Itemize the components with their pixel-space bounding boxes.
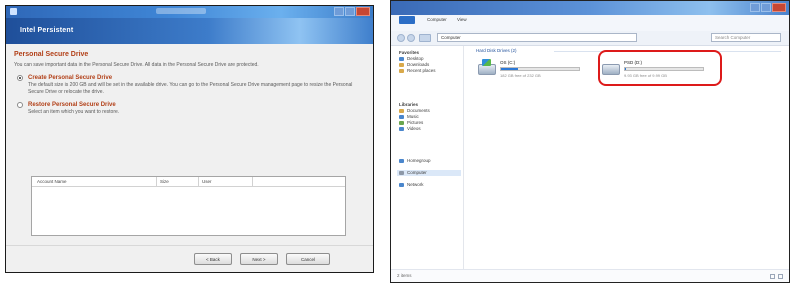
desktop-icon — [399, 57, 404, 61]
explorer-titlebar[interactable] — [391, 1, 789, 15]
col-user[interactable]: User — [202, 179, 212, 184]
wizard-titlebar[interactable] — [6, 6, 373, 18]
option-restore-text: Select an item which you want to restore… — [28, 109, 120, 116]
nav-homegroup[interactable]: Homegroup — [399, 158, 431, 164]
recent-icon — [399, 69, 404, 73]
explorer-window: Computer View Computer Search Computer F… — [390, 0, 790, 283]
navigation-pane: Favorites Desktop Downloads Recent place… — [391, 46, 464, 270]
drive-c-usage-fill — [501, 68, 519, 70]
computer-icon — [399, 171, 404, 175]
highlight-annotation — [598, 50, 722, 86]
documents-icon — [399, 109, 404, 113]
wizard-window: Intel Persistent Personal Secure Drive Y… — [5, 5, 374, 273]
nav-recent[interactable]: Recent places — [399, 68, 436, 74]
explorer-maximize-button[interactable] — [761, 3, 771, 12]
tiles-view-icon[interactable] — [778, 274, 783, 279]
nav-favorites-label: Favorites — [399, 50, 420, 55]
create-radio[interactable] — [17, 75, 23, 82]
intro-text: You can save important data in the Perso… — [14, 62, 259, 68]
address-bar[interactable]: Computer — [437, 33, 637, 42]
network-icon — [399, 183, 404, 187]
option-restore-title: Restore Personal Secure Drive — [28, 102, 116, 109]
nav-downloads-label: Downloads — [407, 62, 430, 67]
cancel-button[interactable]: Cancel — [286, 253, 330, 265]
wizard-header-title: Intel Persistent — [20, 27, 74, 34]
drive-c-name: OS (C:) — [500, 60, 516, 65]
address-bar-row: Computer Search Computer — [391, 31, 789, 46]
nav-videos-label: Videos — [407, 126, 421, 131]
nav-recent-label: Recent places — [407, 68, 436, 73]
pictures-icon — [399, 121, 404, 125]
drive-item-c[interactable]: OS (C:) 182 GB free of 232 GB — [476, 58, 586, 82]
col-size[interactable]: Size — [160, 179, 169, 184]
nav-computer[interactable]: Computer — [399, 170, 459, 176]
back-button[interactable]: < Back — [194, 253, 232, 265]
status-bar: 2 items — [391, 269, 789, 282]
system-drive-icon — [478, 59, 496, 75]
nav-network-label: Network — [407, 182, 424, 187]
downloads-icon — [399, 63, 404, 67]
tab-computer[interactable]: Computer — [427, 17, 447, 22]
col-account-name[interactable]: Account Name — [37, 179, 67, 184]
close-button[interactable] — [356, 7, 370, 16]
option-create[interactable]: Create Personal Secure Drive The default… — [14, 74, 365, 95]
status-item-count: 2 items — [397, 273, 412, 278]
nav-network[interactable]: Network — [399, 182, 424, 188]
explorer-close-button[interactable] — [772, 3, 786, 12]
nav-pictures-label: Pictures — [407, 120, 424, 125]
details-view-icon[interactable] — [770, 274, 775, 279]
option-restore[interactable]: Restore Personal Secure Drive Select an … — [14, 101, 365, 115]
restore-list[interactable]: Account Name Size User — [31, 176, 346, 236]
list-header: Account Name Size User — [32, 177, 345, 187]
wizard-footer: < Back Next > Cancel — [6, 245, 373, 272]
back-arrow-icon[interactable] — [397, 34, 405, 42]
maximize-button[interactable] — [345, 7, 355, 16]
tab-view[interactable]: View — [457, 17, 467, 22]
nav-videos[interactable]: Videos — [399, 126, 430, 132]
forward-arrow-icon[interactable] — [407, 34, 415, 42]
window-title — [156, 8, 206, 14]
nav-computer-label: Computer — [407, 170, 427, 175]
wizard-header-banner: Intel Persistent — [6, 18, 373, 44]
drive-c-usage-bar — [500, 67, 580, 71]
search-input[interactable]: Search Computer — [711, 33, 781, 42]
videos-icon — [399, 127, 404, 131]
minimize-button[interactable] — [334, 7, 344, 16]
file-tab[interactable] — [399, 16, 415, 24]
restore-radio[interactable] — [17, 102, 23, 109]
option-create-title: Create Personal Secure Drive — [28, 75, 113, 82]
nav-libraries-label: Libraries — [399, 102, 419, 107]
nav-documents-label: Documents — [407, 108, 430, 113]
explorer-minimize-button[interactable] — [750, 3, 760, 12]
homegroup-icon — [399, 159, 404, 163]
nav-homegroup-label: Homegroup — [407, 158, 431, 163]
nav-music-label: Music — [407, 114, 419, 119]
music-icon — [399, 115, 404, 119]
next-button[interactable]: Next > — [240, 253, 278, 265]
up-arrow-icon[interactable] — [419, 34, 431, 42]
ribbon: Computer View — [391, 15, 789, 32]
group-header[interactable]: Hard Disk Drives (2) — [476, 48, 517, 53]
section-title: Personal Secure Drive — [14, 51, 89, 58]
option-create-text: The default size is 200 GB and will be s… — [28, 82, 353, 95]
app-icon — [10, 8, 17, 15]
drive-c-free: 182 GB free of 232 GB — [500, 73, 541, 78]
nav-desktop-label: Desktop — [407, 56, 424, 61]
